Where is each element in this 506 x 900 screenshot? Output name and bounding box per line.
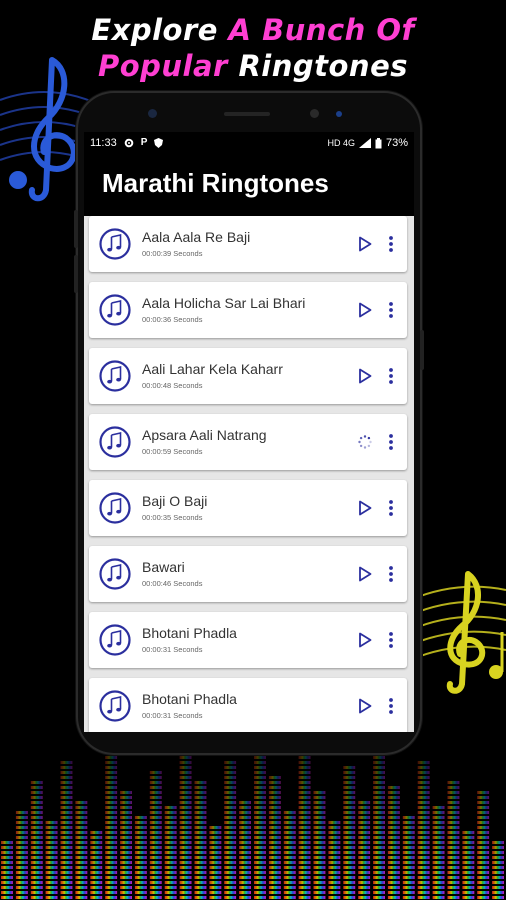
- more-options-icon[interactable]: [387, 433, 395, 451]
- ringtone-title: Baji O Baji: [142, 493, 208, 509]
- ringtone-duration: 00:00:39 Seconds: [142, 249, 203, 258]
- more-options-icon[interactable]: [387, 367, 395, 385]
- signal-icon: [358, 138, 371, 148]
- gear-icon: [124, 138, 134, 148]
- ringtone-title: Bhotani Phadla: [142, 625, 237, 641]
- loading-spinner-icon: [358, 435, 372, 449]
- ringtone-list-item[interactable]: Baji O Baji 00:00:35 Seconds: [89, 480, 407, 536]
- more-options-icon[interactable]: [387, 631, 395, 649]
- battery-percent: 73%: [385, 137, 408, 149]
- power-button: [420, 330, 424, 370]
- treble-clef-yellow-icon: [410, 571, 506, 694]
- network-indicator: HD 4G: [327, 138, 355, 148]
- ringtone-title: Apsara Aali Natrang: [142, 427, 267, 443]
- ringtone-list-item[interactable]: Bawari 00:00:46 Seconds: [89, 546, 407, 602]
- sensor-icon: [310, 109, 319, 118]
- music-note-icon: [99, 294, 131, 326]
- app-title: Marathi Ringtones: [102, 168, 329, 198]
- ringtone-duration: 00:00:48 Seconds: [142, 381, 203, 390]
- shield-icon: [154, 138, 164, 148]
- ringtone-list-item[interactable]: Bhotani Phadla 00:00:31 Seconds: [89, 612, 407, 668]
- more-options-icon[interactable]: [387, 235, 395, 253]
- earpiece-speaker: [224, 112, 270, 116]
- ringtone-title: Bhotani Phadla: [142, 691, 237, 707]
- ringtone-duration: 00:00:46 Seconds: [142, 579, 203, 588]
- front-camera-icon: [148, 109, 157, 118]
- play-icon[interactable]: [357, 499, 373, 517]
- ringtone-list-item[interactable]: Bhotani Phadla 00:00:31 Seconds: [89, 678, 407, 732]
- volume-button: [74, 255, 78, 293]
- ringtone-title: Bawari: [142, 559, 185, 575]
- ringtone-title: Aala Aala Re Baji: [142, 229, 251, 245]
- ringtone-duration: 00:00:31 Seconds: [142, 711, 203, 720]
- more-options-icon[interactable]: [387, 301, 395, 319]
- more-options-icon[interactable]: [387, 565, 395, 583]
- ringtone-duration: 00:00:35 Seconds: [142, 513, 203, 522]
- volume-button: [74, 210, 78, 248]
- ringtone-list-item[interactable]: Aali Lahar Kela Kaharr 00:00:48 Seconds: [89, 348, 407, 404]
- play-icon[interactable]: [357, 367, 373, 385]
- phone-screen: 11:33 P HD 4G 73% Marathi Ringtones Aala…: [84, 132, 414, 732]
- music-note-icon: [99, 360, 131, 392]
- ringtone-duration: 00:00:36 Seconds: [142, 315, 203, 324]
- parking-icon: P: [140, 137, 148, 148]
- app-bar: Marathi Ringtones: [84, 154, 414, 216]
- play-icon[interactable]: [357, 235, 373, 253]
- play-icon[interactable]: [357, 565, 373, 583]
- promo-text-pink-1: A Bunch Of: [228, 13, 415, 47]
- status-time: 11:33: [90, 137, 117, 149]
- ringtone-title: Aala Holicha Sar Lai Bhari: [142, 295, 306, 311]
- more-options-icon[interactable]: [387, 697, 395, 715]
- more-options-icon[interactable]: [387, 499, 395, 517]
- music-note-icon: [99, 690, 131, 722]
- ringtone-title: Aali Lahar Kela Kaharr: [142, 361, 283, 377]
- promo-text-white-1: Explore: [91, 13, 229, 47]
- ringtone-duration: 00:00:59 Seconds: [142, 447, 203, 456]
- music-note-icon: [99, 558, 131, 590]
- music-note-icon: [99, 624, 131, 656]
- promo-text-pink-2: Popular: [97, 49, 239, 83]
- play-icon[interactable]: [357, 631, 373, 649]
- ringtone-list-item[interactable]: Aala Aala Re Baji 00:00:39 Seconds: [89, 216, 407, 272]
- status-bar: 11:33 P HD 4G 73%: [84, 132, 414, 154]
- ringtone-list-item[interactable]: Apsara Aali Natrang 00:00:59 Seconds: [89, 414, 407, 470]
- play-icon[interactable]: [357, 697, 373, 715]
- ringtone-list-item[interactable]: Aala Holicha Sar Lai Bhari 00:00:36 Seco…: [89, 282, 407, 338]
- play-icon[interactable]: [357, 301, 373, 319]
- music-note-icon: [99, 426, 131, 458]
- music-note-icon: [99, 228, 131, 260]
- music-note-icon: [99, 492, 131, 524]
- promo-text-white-2: Ringtones: [238, 49, 409, 83]
- battery-icon: [375, 137, 382, 148]
- notification-led-icon: [336, 111, 342, 117]
- ringtone-duration: 00:00:31 Seconds: [142, 645, 203, 654]
